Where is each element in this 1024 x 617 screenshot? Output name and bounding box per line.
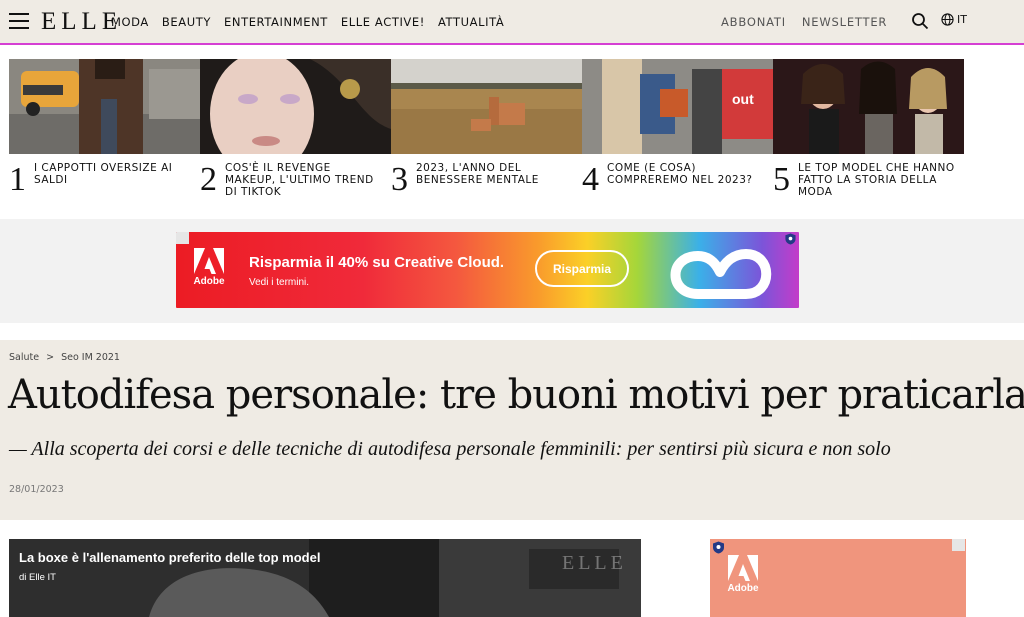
- trending-item[interactable]: 3 2023, L'ANNO DEL BENESSERE MENTALE: [391, 59, 582, 198]
- ad-choices-icon[interactable]: [952, 539, 965, 551]
- trending-item[interactable]: 5 LE TOP MODEL CHE HANNO FATTO LA STORIA…: [773, 59, 964, 198]
- video-byline: di Elle IT: [19, 572, 56, 583]
- side-adobe-ad[interactable]: Adobe: [710, 539, 966, 617]
- subscribe-link[interactable]: ABBONATI: [721, 15, 786, 29]
- fashion-crowd-photo[interactable]: out: [582, 59, 773, 154]
- header-actions: ABBONATI NEWSLETTER: [721, 15, 887, 29]
- trending-title[interactable]: I CAPPOTTI OVERSIZE AI SALDI: [34, 162, 194, 186]
- globe-icon: [941, 13, 954, 26]
- adobe-logo: Adobe: [192, 248, 226, 294]
- adobe-icon: [194, 248, 224, 274]
- trending-title[interactable]: COS'È IL REVENGE MAKEUP, L'ULTIMO TREND …: [225, 162, 385, 198]
- trending-number: 5: [773, 161, 790, 198]
- nav-item-beauty[interactable]: BEAUTY: [162, 15, 211, 29]
- ad-shield-icon[interactable]: [712, 541, 725, 554]
- trending-number: 2: [200, 161, 217, 198]
- language-label: IT: [957, 13, 967, 26]
- elle-logo[interactable]: ELLE: [41, 8, 122, 36]
- trending-title[interactable]: COME (E COSA) COMPREREMO NEL 2023?: [607, 162, 767, 186]
- trending-stories: 1 I CAPPOTTI OVERSIZE AI SALDI 2 COS'È I…: [9, 59, 967, 209]
- nav-item-elle-active[interactable]: ELLE ACTIVE!: [341, 15, 425, 29]
- adobe-banner-ad[interactable]: Adobe Risparmia il 40% su Creative Cloud…: [176, 232, 799, 308]
- article-header: Salute > Seo IM 2021 Autodifesa personal…: [0, 340, 1024, 520]
- nav-item-moda[interactable]: MODA: [111, 15, 149, 29]
- nav-item-entertainment[interactable]: ENTERTAINMENT: [224, 15, 328, 29]
- elle-watermark: ELLE: [562, 552, 627, 574]
- search-icon[interactable]: [911, 12, 929, 30]
- adobe-logo: Adobe: [726, 555, 760, 603]
- language-selector[interactable]: IT: [941, 13, 967, 26]
- nav-item-attualita[interactable]: ATTUALITÀ: [438, 15, 504, 29]
- svg-text:out: out: [732, 91, 754, 107]
- ad-terms[interactable]: Vedi i termini.: [249, 277, 309, 288]
- article-title: Autodifesa personale: tre buoni motivi p…: [8, 372, 1024, 418]
- menu-icon[interactable]: [9, 13, 29, 29]
- video-player[interactable]: La boxe è l'allenamento preferito delle …: [9, 539, 641, 617]
- makeup-portrait-photo[interactable]: [200, 59, 391, 154]
- newsletter-link[interactable]: NEWSLETTER: [802, 15, 887, 29]
- main-nav: MODA BEAUTY ENTERTAINMENT ELLE ACTIVE! A…: [111, 15, 504, 29]
- breadcrumb-salute[interactable]: Salute: [9, 352, 39, 363]
- trending-item[interactable]: 2 COS'È IL REVENGE MAKEUP, L'ULTIMO TREN…: [200, 59, 391, 198]
- ad-cta-button[interactable]: Risparmia: [535, 250, 629, 287]
- trending-number: 1: [9, 161, 26, 198]
- breadcrumb-separator: >: [46, 352, 55, 363]
- adobe-brand-text: Adobe: [727, 583, 759, 594]
- adobe-icon: [728, 555, 758, 581]
- field-armchair-photo[interactable]: [391, 59, 582, 154]
- ad-shield-icon[interactable]: [784, 233, 797, 245]
- trending-title[interactable]: 2023, L'ANNO DEL BENESSERE MENTALE: [416, 162, 576, 186]
- ad-headline: Risparmia il 40% su Creative Cloud.: [249, 254, 505, 271]
- ad-choices-icon[interactable]: [176, 232, 189, 244]
- site-header: ELLE MODA BEAUTY ENTERTAINMENT ELLE ACTI…: [0, 0, 1024, 45]
- trending-title[interactable]: LE TOP MODEL CHE HANNO FATTO LA STORIA D…: [798, 162, 958, 198]
- street-style-photo[interactable]: [9, 59, 200, 154]
- article-subtitle: — Alla scoperta dei corsi e delle tecnic…: [9, 438, 891, 460]
- breadcrumb: Salute > Seo IM 2021: [9, 352, 120, 363]
- trending-item[interactable]: 1 I CAPPOTTI OVERSIZE AI SALDI: [9, 59, 200, 198]
- adobe-brand-text: Adobe: [193, 276, 225, 287]
- trending-item[interactable]: out 4 COME (E COSA) COMPREREMO NEL 2023?: [582, 59, 773, 198]
- article-date: 28/01/2023: [9, 484, 64, 495]
- video-title[interactable]: La boxe è l'allenamento preferito delle …: [19, 550, 320, 565]
- ad-section: Adobe Risparmia il 40% su Creative Cloud…: [0, 219, 1024, 323]
- trending-number: 4: [582, 161, 599, 198]
- breadcrumb-seo[interactable]: Seo IM 2021: [61, 352, 120, 363]
- top-models-photo[interactable]: [773, 59, 964, 154]
- creative-cloud-icon: [670, 249, 772, 299]
- trending-number: 3: [391, 161, 408, 198]
